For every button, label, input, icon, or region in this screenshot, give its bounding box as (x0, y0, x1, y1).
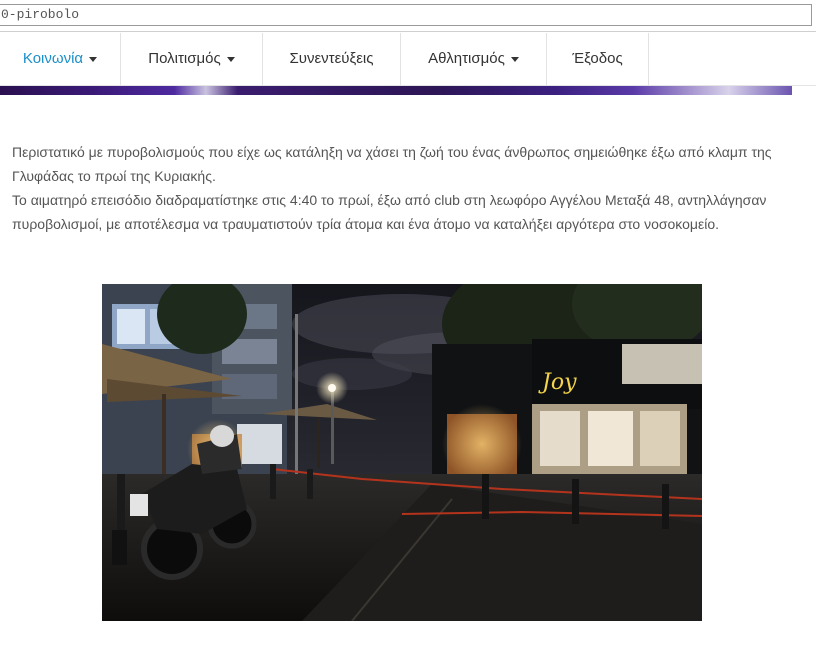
nav-item-label: Πολιτισμός (148, 50, 221, 67)
nav-item-exodos[interactable]: Έξοδος (547, 33, 649, 85)
nav-item-label: Αθλητισμός (428, 50, 505, 67)
caret-down-icon (510, 56, 519, 62)
club-sign-text: Joy (538, 370, 577, 395)
article-paragraph: Περιστατικό με πυροβολισμούς που είχε ως… (12, 144, 772, 184)
caret-down-icon (226, 56, 235, 62)
address-bar: 0-pirobolo (0, 0, 816, 32)
nav-item-politismos[interactable]: Πολιτισμός (121, 33, 263, 85)
nav-item-athlitismos[interactable]: Αθλητισμός (401, 33, 547, 85)
night-club-scene-image: Joy (102, 284, 702, 621)
header-banner-strip (0, 86, 792, 95)
article-photo: Joy (102, 284, 702, 621)
nav-item-label: Συνεντεύξεις (289, 50, 374, 67)
nav-item-synenteuxeis[interactable]: Συνεντεύξεις (263, 33, 401, 85)
nav-item-label: Κοινωνία (22, 50, 84, 67)
url-field[interactable]: 0-pirobolo (0, 4, 812, 26)
article-body: Περιστατικό με πυροβολισμούς που είχε ως… (12, 140, 792, 236)
main-navigation: Κοινωνία Πολιτισμός Συνεντεύξεις Αθλητισ… (0, 33, 816, 86)
article-paragraph: Το αιματηρό επεισόδιο διαδραματίστηκε στ… (12, 192, 767, 232)
nav-item-label: Έξοδος (572, 50, 623, 67)
nav-item-koinonia[interactable]: Κοινωνία (0, 33, 121, 85)
caret-down-icon (89, 56, 98, 62)
